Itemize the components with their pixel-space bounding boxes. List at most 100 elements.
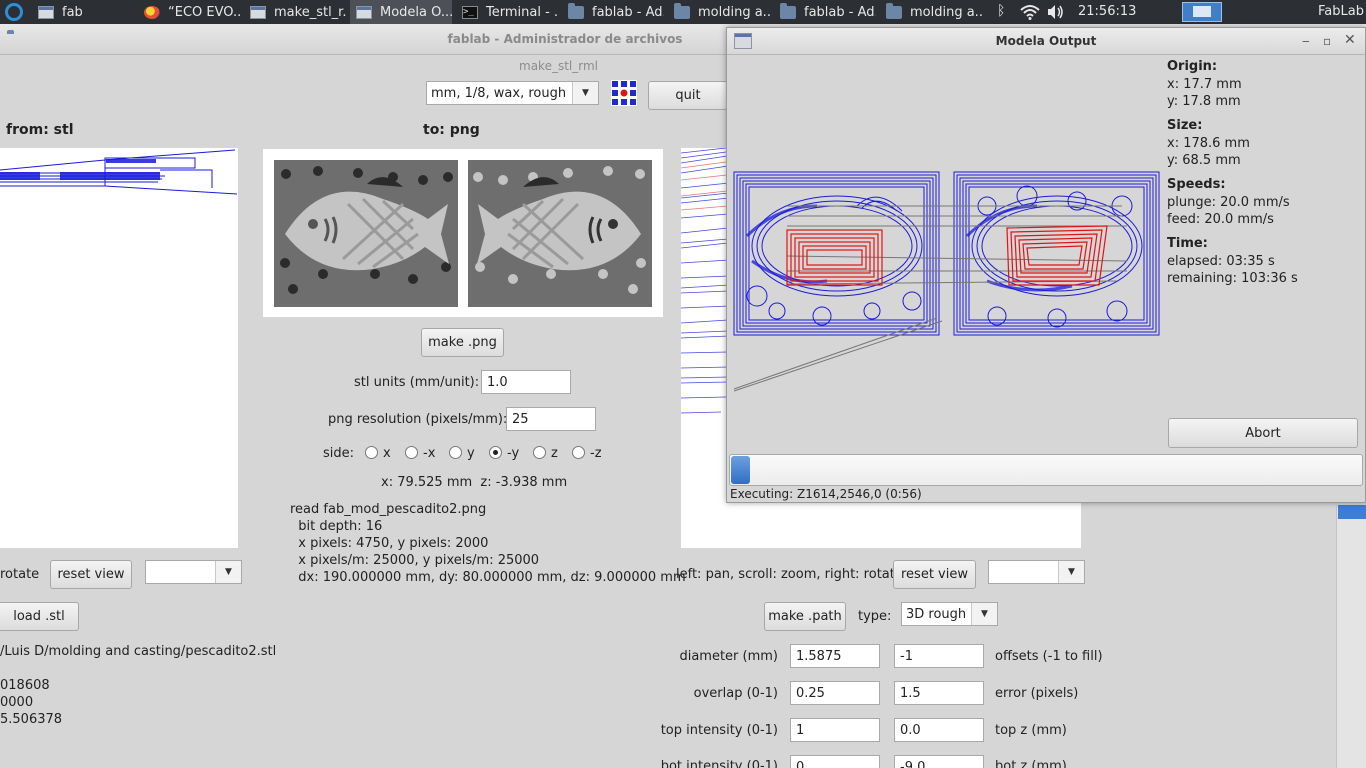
make-png-button[interactable]: make .png — [421, 328, 504, 357]
offsets-label: offsets (-1 to fill) — [995, 649, 1103, 664]
side-radio-neg-y[interactable]: -y — [489, 446, 519, 461]
cursor-coords: x: 79.525 mm z: -3.938 mm — [381, 475, 568, 490]
user-name[interactable]: FabLab — [1318, 4, 1364, 19]
abort-button[interactable]: Abort — [1168, 418, 1358, 448]
remaining-time: remaining: 103:36 s — [1167, 271, 1298, 286]
minimize-icon[interactable]: ‒ — [1302, 34, 1310, 48]
make-path-button[interactable]: make .path — [764, 602, 846, 631]
firefox-icon — [144, 5, 160, 19]
executing-status: Executing: Z1614,2546,0 (0:56) — [730, 487, 922, 501]
size-x: x: 178.6 mm — [1167, 136, 1250, 151]
radio-button — [533, 446, 546, 459]
time-heading: Time: — [1167, 236, 1208, 251]
radio-button-selected — [489, 446, 502, 459]
taskbar: fab “ECO EVO... make_stl_r... Modela O..… — [0, 0, 1366, 24]
stl-info-1: 0000 — [0, 695, 34, 710]
elapsed-time: elapsed: 03:35 s — [1167, 254, 1275, 269]
top-z-label: top z (mm) — [995, 723, 1067, 738]
right-view-select[interactable]: ▼ — [988, 560, 1085, 584]
left-view-select[interactable]: ▼ — [145, 560, 242, 584]
taskbar-item-firefox[interactable]: “ECO EVO... — [138, 0, 240, 24]
modela-titlebar[interactable]: Modela Output ‒ ▫ ✕ — [727, 28, 1365, 55]
taskbar-item-molding-2[interactable]: molding a... — [880, 0, 982, 24]
png-info-4: dx: 190.000000 mm, dy: 80.000000 mm, dz:… — [290, 570, 686, 585]
fab-logo-icon — [611, 80, 637, 106]
menu-logo-icon[interactable] — [5, 3, 23, 21]
app-title: make_stl_rml — [519, 59, 598, 73]
window-icon — [250, 5, 266, 19]
diameter-label: diameter (mm) — [679, 649, 778, 664]
chevron-down-icon: ▼ — [215, 561, 241, 583]
wifi-icon[interactable] — [1019, 4, 1041, 20]
top-z-input[interactable] — [894, 718, 984, 742]
png-info-0: read fab_mod_pescadito2.png — [290, 502, 487, 517]
progress-fill — [731, 456, 750, 484]
load-stl-button[interactable]: load .stl — [0, 602, 79, 631]
side-radio-y[interactable]: y — [449, 446, 475, 461]
close-icon[interactable]: ✕ — [1344, 32, 1356, 48]
scrollbar-track[interactable] — [1336, 505, 1366, 768]
png-preview — [263, 149, 663, 317]
side-radio-x[interactable]: x — [365, 446, 391, 461]
folder-icon — [780, 2, 796, 19]
stl-path: /Luis D/molding and casting/pescadito2.s… — [0, 644, 277, 659]
modela-title: Modela Output — [995, 34, 1097, 48]
overlap-input[interactable] — [790, 681, 880, 705]
origin-heading: Origin: — [1167, 59, 1218, 74]
speeds-heading: Speeds: — [1167, 177, 1226, 192]
folder-icon — [886, 2, 902, 19]
volume-icon[interactable] — [1046, 4, 1066, 20]
taskbar-item-modela[interactable]: Modela O... — [350, 0, 452, 24]
png-info-2: x pixels: 4750, y pixels: 2000 — [290, 536, 489, 551]
folder-icon — [568, 2, 584, 19]
to-label: to: png — [423, 122, 480, 138]
png-resolution-input[interactable] — [506, 407, 596, 431]
diameter-input[interactable] — [790, 644, 880, 668]
type-label: type: — [858, 609, 892, 624]
bluetooth-icon[interactable]: ᛒ — [997, 3, 1005, 19]
side-radio-neg-x[interactable]: -x — [405, 446, 435, 461]
quit-button[interactable]: quit — [648, 81, 728, 110]
bot-z-input[interactable] — [894, 755, 984, 768]
taskbar-item-fablab-2[interactable]: fablab - Ad... — [774, 0, 876, 24]
stl-model-preview — [0, 149, 238, 195]
clock[interactable]: 21:56:13 — [1078, 4, 1136, 19]
stl-units-input[interactable] — [481, 370, 571, 394]
top-intensity-label: top intensity (0-1) — [660, 723, 778, 738]
taskbar-item-fab[interactable]: fab — [32, 0, 134, 24]
taskbar-item-molding-1[interactable]: molding a... — [668, 0, 770, 24]
bot-z-label: bot z (mm) — [995, 759, 1067, 768]
radio-button — [572, 446, 585, 459]
path-nav-hint: left: pan, scroll: zoom, right: rotate — [676, 567, 903, 582]
offsets-input[interactable] — [894, 644, 984, 668]
chevron-down-icon: ▼ — [1058, 561, 1084, 583]
chevron-down-icon: ▼ — [971, 603, 997, 625]
machine-select-value: mm, 1/8, wax, rough — [431, 85, 567, 101]
taskbar-item-make-stl[interactable]: make_stl_r... — [244, 0, 346, 24]
taskbar-item-terminal[interactable]: >_Terminal - ... — [456, 0, 558, 24]
left-reset-view-button[interactable]: reset view — [50, 560, 132, 589]
workspace-switcher[interactable] — [1182, 2, 1222, 22]
bot-intensity-input[interactable] — [790, 755, 880, 768]
taskbar-item-fablab-1[interactable]: fablab - Ad... — [562, 0, 664, 24]
folder-icon — [674, 2, 690, 19]
png-info-1: bit depth: 16 — [290, 519, 383, 534]
overlap-label: overlap (0-1) — [693, 686, 778, 701]
stl-view[interactable] — [0, 148, 238, 548]
plunge-speed: plunge: 20.0 mm/s — [1167, 195, 1290, 210]
radio-button — [405, 446, 418, 459]
png-info-3: x pixels/m: 25000, y pixels/m: 25000 — [290, 553, 540, 568]
stl-info-2: 5.506378 — [0, 712, 63, 727]
origin-x: x: 17.7 mm — [1167, 77, 1242, 92]
scrollbar-thumb[interactable] — [1338, 505, 1366, 519]
machine-select[interactable]: mm, 1/8, wax, rough ▼ — [426, 81, 599, 105]
top-intensity-input[interactable] — [790, 718, 880, 742]
side-radio-z[interactable]: z — [533, 446, 558, 461]
right-reset-view-button[interactable]: reset view — [893, 560, 976, 589]
error-input[interactable] — [894, 681, 984, 705]
side-radio-neg-z[interactable]: -z — [572, 446, 602, 461]
maximize-icon[interactable]: ▫ — [1323, 34, 1331, 48]
toolpath-drawing — [733, 171, 1160, 392]
window-icon — [356, 5, 372, 19]
path-type-select[interactable]: 3D rough ▼ — [901, 602, 998, 626]
